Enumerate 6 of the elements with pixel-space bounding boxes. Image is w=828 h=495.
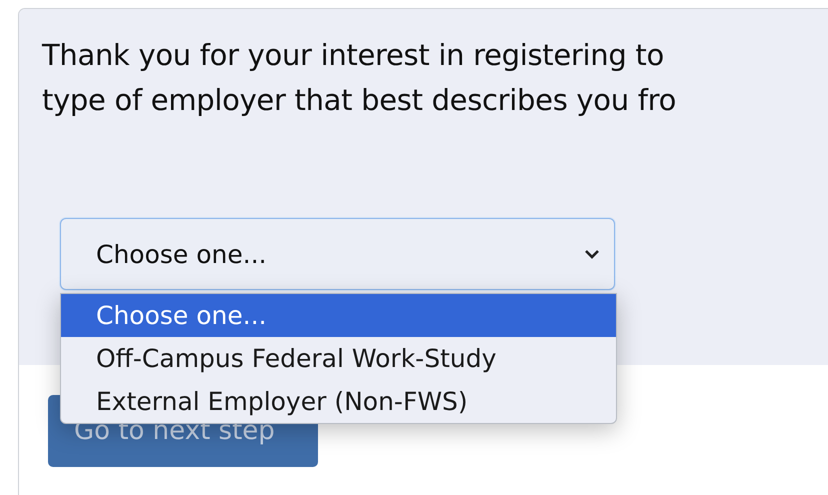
dropdown-option[interactable]: Off-Campus Federal Work-Study — [61, 337, 616, 380]
employer-type-select[interactable]: Choose one... — [60, 218, 615, 290]
dropdown-option[interactable]: Choose one... — [61, 294, 616, 337]
chevron-down-icon — [584, 249, 600, 259]
intro-text: type of employer that best describes you fro — [42, 82, 678, 119]
intro-text: Thank you for your interest in registering to — [42, 37, 665, 74]
